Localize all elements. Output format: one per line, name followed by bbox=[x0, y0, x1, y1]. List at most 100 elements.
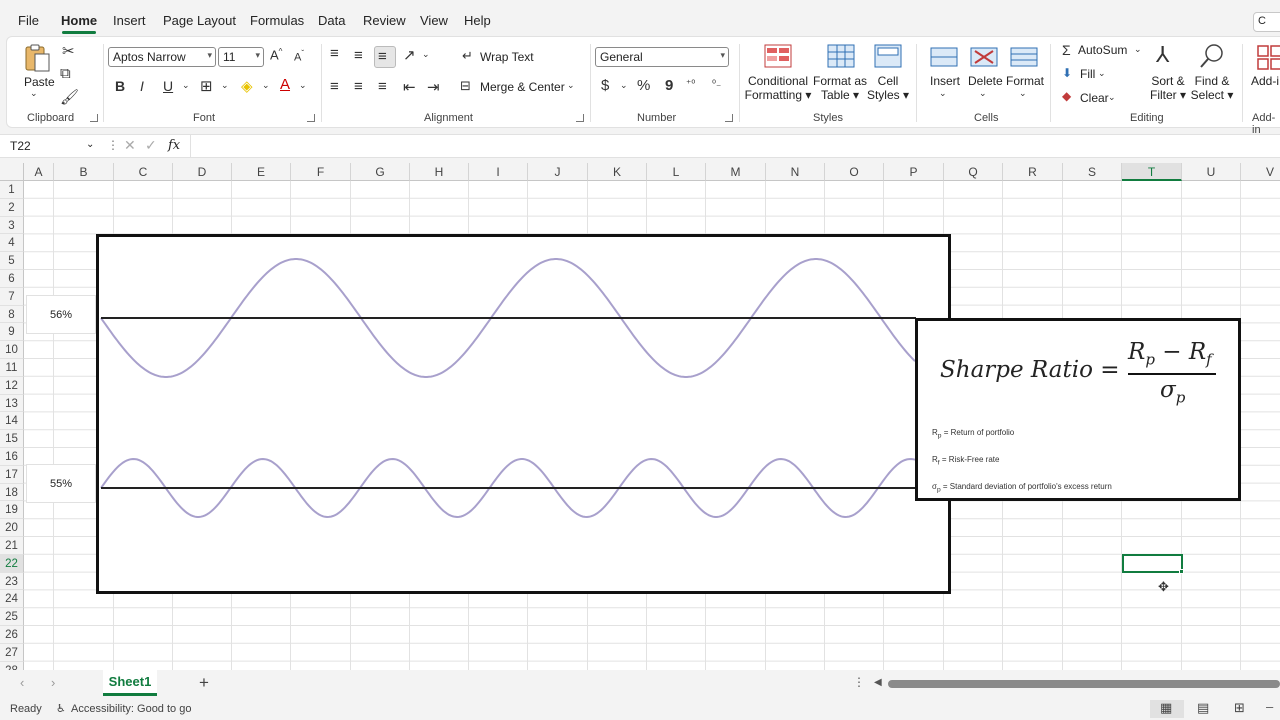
font-size-select[interactable]: 11 ▾ bbox=[218, 47, 264, 67]
row-header-5[interactable]: 5 bbox=[0, 252, 24, 270]
row-header-25[interactable]: 25 bbox=[0, 608, 24, 626]
tab-formulas[interactable]: Formulas bbox=[250, 13, 304, 28]
align-center-icon[interactable]: ≡ bbox=[354, 78, 363, 95]
column-header-n[interactable]: N bbox=[766, 163, 825, 181]
column-header-s[interactable]: S bbox=[1063, 163, 1122, 181]
increase-decimal-icon[interactable]: ⁺⁰ bbox=[686, 79, 695, 90]
comments-button[interactable]: C bbox=[1253, 12, 1280, 32]
row-header-2[interactable]: 2 bbox=[0, 198, 24, 217]
align-middle-icon[interactable]: ≡ bbox=[354, 47, 363, 64]
row-header-9[interactable]: 9 bbox=[0, 323, 24, 342]
normal-view-button[interactable]: ▦ bbox=[1150, 700, 1184, 718]
page-layout-view-icon[interactable]: ▤ bbox=[1197, 700, 1209, 716]
comma-button[interactable]: 9 bbox=[665, 77, 673, 94]
font-launcher-icon[interactable] bbox=[307, 114, 315, 122]
insert-cells-button[interactable]: Insert bbox=[930, 74, 960, 88]
cancel-icon[interactable]: ✕ bbox=[124, 137, 136, 154]
column-header-t[interactable]: T bbox=[1122, 163, 1182, 181]
addins-button[interactable]: Add-i bbox=[1251, 74, 1279, 88]
row-header-20[interactable]: 20 bbox=[0, 519, 24, 537]
row-header-21[interactable]: 21 bbox=[0, 537, 24, 555]
delete-cells-button[interactable]: Delete bbox=[968, 74, 1003, 88]
conditional-formatting-button[interactable]: Conditional Formatting ▾ bbox=[743, 74, 813, 102]
more-options-icon[interactable]: ⋮ bbox=[107, 138, 119, 152]
sheet-tab-sheet1[interactable]: Sheet1 bbox=[103, 670, 157, 696]
accessibility-status[interactable]: Accessibility: Good to go bbox=[71, 703, 191, 715]
row-header-27[interactable]: 27 bbox=[0, 643, 24, 662]
column-header-l[interactable]: L bbox=[647, 163, 706, 181]
font-name-select[interactable]: Aptos Narrow ▾ bbox=[108, 47, 216, 67]
alignment-launcher-icon[interactable] bbox=[576, 114, 584, 122]
column-header-k[interactable]: K bbox=[588, 163, 647, 181]
tab-home[interactable]: Home bbox=[61, 13, 97, 28]
wrap-text-button[interactable]: Wrap Text bbox=[480, 50, 534, 64]
more-options-icon[interactable]: ⋮ bbox=[853, 675, 865, 689]
copy-icon[interactable]: ⧉ bbox=[60, 65, 71, 82]
scroll-left-icon[interactable]: ◀ bbox=[874, 677, 882, 688]
number-launcher-icon[interactable] bbox=[725, 114, 733, 122]
column-header-b[interactable]: B bbox=[54, 163, 114, 181]
increase-indent-icon[interactable]: ⇥ bbox=[427, 78, 440, 96]
cut-icon[interactable]: ✂ bbox=[62, 42, 75, 60]
row-header-3[interactable]: 3 bbox=[0, 216, 24, 235]
page-break-view-icon[interactable]: ⊞ bbox=[1234, 700, 1245, 716]
prev-sheet-icon[interactable]: ‹ bbox=[20, 675, 24, 690]
row-header-4[interactable]: 4 bbox=[0, 234, 24, 253]
column-header-p[interactable]: P bbox=[884, 163, 944, 181]
tab-file[interactable]: File bbox=[18, 13, 39, 28]
fill-button[interactable]: Fill bbox=[1080, 67, 1095, 81]
enter-icon[interactable]: ✓ bbox=[145, 137, 157, 154]
tab-review[interactable]: Review bbox=[363, 13, 406, 28]
column-header-v[interactable]: V bbox=[1241, 163, 1280, 181]
column-header-f[interactable]: F bbox=[291, 163, 351, 181]
tab-help[interactable]: Help bbox=[464, 13, 491, 28]
font-color-icon[interactable]: A bbox=[280, 76, 290, 93]
cell-styles-button[interactable]: Cell Styles ▾ bbox=[863, 74, 913, 102]
column-header-j[interactable]: J bbox=[528, 163, 588, 181]
decrease-font-icon[interactable]: Aˇ bbox=[294, 49, 304, 64]
name-box[interactable]: T22 ⌄ bbox=[6, 137, 100, 157]
column-header-q[interactable]: Q bbox=[944, 163, 1003, 181]
align-right-icon[interactable]: ≡ bbox=[378, 78, 387, 95]
sort-filter-button[interactable]: Sort & Filter ▾ bbox=[1146, 74, 1190, 102]
tab-insert[interactable]: Insert bbox=[113, 13, 146, 28]
column-header-g[interactable]: G bbox=[351, 163, 410, 181]
row-header-6[interactable]: 6 bbox=[0, 270, 24, 288]
tab-page-layout[interactable]: Page Layout bbox=[163, 13, 236, 28]
row-header-28[interactable]: 28 bbox=[0, 661, 24, 670]
paste-button[interactable] bbox=[22, 44, 52, 74]
format-painter-icon[interactable]: 🖌 bbox=[60, 88, 79, 106]
borders-icon[interactable]: ⊞ bbox=[200, 77, 213, 95]
column-header-h[interactable]: H bbox=[410, 163, 469, 181]
wave-chart[interactable] bbox=[96, 234, 951, 594]
formula-input[interactable] bbox=[190, 135, 1280, 158]
row-header-22[interactable]: 22 bbox=[0, 554, 24, 573]
fill-color-icon[interactable]: ◈ bbox=[241, 77, 253, 95]
increase-font-icon[interactable]: A^ bbox=[270, 47, 282, 62]
insert-function-button[interactable]: fx bbox=[168, 138, 180, 153]
column-header-d[interactable]: D bbox=[173, 163, 232, 181]
align-left-icon[interactable]: ≡ bbox=[330, 78, 339, 95]
bold-button[interactable]: B bbox=[115, 78, 125, 94]
selected-cell[interactable] bbox=[1122, 554, 1183, 573]
column-header-e[interactable]: E bbox=[232, 163, 291, 181]
underline-button[interactable]: U bbox=[163, 78, 173, 94]
currency-button[interactable]: $ bbox=[601, 77, 609, 94]
autosum-button[interactable]: AutoSum bbox=[1078, 43, 1127, 57]
row-header-11[interactable]: 11 bbox=[0, 359, 24, 377]
column-header-a[interactable]: A bbox=[24, 163, 54, 181]
row-header-18[interactable]: 18 bbox=[0, 483, 24, 502]
orientation-icon[interactable]: ↗ bbox=[403, 46, 416, 64]
format-cells-button[interactable]: Format bbox=[1006, 74, 1044, 88]
number-format-select[interactable]: General ▾ bbox=[595, 47, 729, 67]
tab-view[interactable]: View bbox=[420, 13, 448, 28]
clear-button[interactable]: Clear bbox=[1080, 91, 1109, 105]
row-header-19[interactable]: 19 bbox=[0, 501, 24, 520]
select-all-corner[interactable] bbox=[0, 163, 24, 181]
worksheet-grid[interactable]: ABCDEFGHIJKLMNOPQRSTUV 1 2 3 4 5 6 7 8 9 10 11 12 13… bbox=[0, 163, 1280, 670]
zoom-out-icon[interactable]: – bbox=[1266, 699, 1273, 714]
next-sheet-icon[interactable]: › bbox=[51, 675, 55, 690]
align-bottom-button[interactable]: ≡ bbox=[374, 46, 396, 68]
decrease-decimal-icon[interactable]: ⁰₋ bbox=[712, 79, 721, 90]
row-header-24[interactable]: 24 bbox=[0, 590, 24, 609]
